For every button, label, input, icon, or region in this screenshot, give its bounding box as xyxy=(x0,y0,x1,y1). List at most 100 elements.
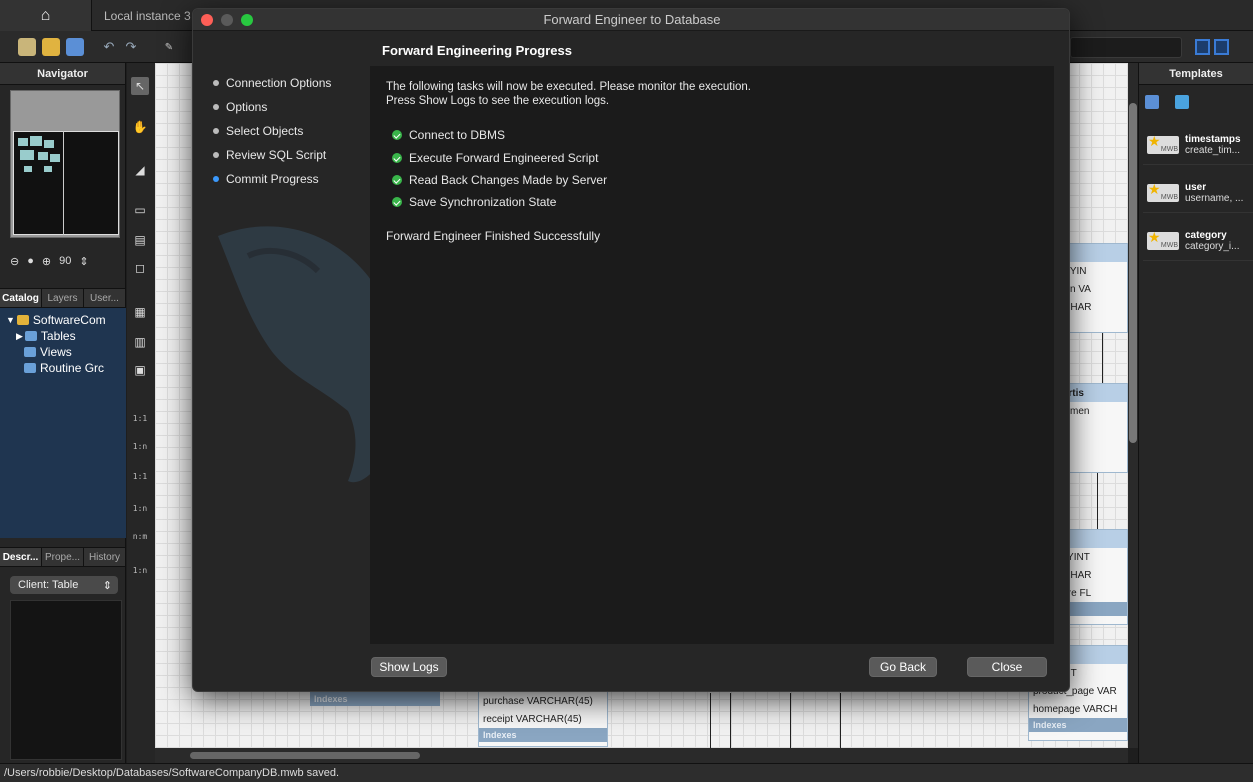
entity-fragment-left[interactable]: Indexes xyxy=(310,688,440,716)
template-folder-icon[interactable] xyxy=(1175,95,1189,109)
relationship-line[interactable] xyxy=(710,693,711,748)
step-bullet xyxy=(213,80,219,86)
tree-label: Views xyxy=(40,345,72,359)
relationship-1-1-icon[interactable]: 1:1 xyxy=(131,409,149,427)
tab-description[interactable]: Descr... xyxy=(0,548,42,566)
navigator-viewport[interactable] xyxy=(13,131,119,235)
relationship-line[interactable] xyxy=(1097,473,1098,529)
navigator-minimap[interactable] xyxy=(10,90,120,238)
vertical-scrollbar[interactable] xyxy=(1128,63,1138,748)
template-item-user[interactable]: ★ MWB user username, ... xyxy=(1143,173,1253,213)
client-table-select[interactable]: Client: Table ⇕ xyxy=(10,576,118,594)
tree-item-routines[interactable]: Routine Grc xyxy=(0,360,126,376)
window-minimize-icon[interactable] xyxy=(221,14,233,26)
new-model-icon[interactable] xyxy=(18,38,36,56)
tool-label: 1:n xyxy=(132,565,148,575)
hand-icon[interactable]: ✋ xyxy=(131,118,149,136)
new-routine-group-icon[interactable]: ▣ xyxy=(131,361,149,379)
window-close-icon[interactable] xyxy=(201,14,213,26)
search-input[interactable] xyxy=(1070,37,1182,58)
star-icon: ★ xyxy=(1148,132,1161,149)
window-zoom-icon[interactable] xyxy=(241,14,253,26)
zoom-in-icon[interactable]: ⊕ xyxy=(42,255,51,268)
routine-groups-icon xyxy=(24,363,36,373)
select-pointer-icon[interactable]: ↖ xyxy=(131,77,149,95)
mwb-template-icon: ★ MWB xyxy=(1147,182,1179,202)
open-model-icon[interactable] xyxy=(42,38,60,56)
tab-user-types[interactable]: User... xyxy=(84,289,126,307)
relationship-1-n-icon[interactable]: 1:n xyxy=(131,437,149,455)
step-select-objects: Select Objects xyxy=(213,123,303,139)
relationship-line[interactable] xyxy=(840,693,841,748)
navigator-divider xyxy=(63,131,64,235)
horizontal-scrollbar[interactable] xyxy=(155,748,1128,763)
entity-column: receipt VARCHAR(45) xyxy=(483,713,582,725)
tree-item-tables[interactable]: ▶ Tables xyxy=(0,328,126,344)
relationship-1-n-nonid-icon[interactable]: 1:n xyxy=(131,499,149,517)
dialog-title: Forward Engineer to Database xyxy=(543,12,721,27)
disclosure-closed-icon[interactable]: ▶ xyxy=(16,331,23,342)
tab-catalog[interactable]: Catalog xyxy=(0,289,42,307)
toggle-sidebar-icon[interactable] xyxy=(1195,39,1210,55)
eraser-icon[interactable]: ◢ xyxy=(131,161,149,179)
entity-purchase[interactable]: purchase VARCHAR(45) receipt VARCHAR(45)… xyxy=(478,691,608,747)
description-textarea[interactable] xyxy=(10,600,122,760)
check-circle-icon xyxy=(392,130,402,140)
vertical-scroll-thumb[interactable] xyxy=(1129,103,1137,443)
dialog-titlebar[interactable]: Forward Engineer to Database xyxy=(193,9,1069,31)
tree-label: SoftwareCom xyxy=(32,313,106,327)
select-stepper-icon: ⇕ xyxy=(102,579,112,592)
task-label: Connect to DBMS xyxy=(409,128,506,142)
redo-icon[interactable]: ↷ xyxy=(122,38,140,56)
show-logs-button[interactable]: Show Logs xyxy=(371,657,447,677)
template-item-timestamps[interactable]: ★ MWB timestamps create_tim... xyxy=(1143,125,1253,165)
new-table-icon[interactable]: ▦ xyxy=(131,303,149,321)
new-view-icon[interactable]: ▥ xyxy=(131,333,149,351)
zoom-out-icon[interactable]: ⊖ xyxy=(10,255,19,268)
save-model-icon[interactable] xyxy=(66,38,84,56)
zoom-stepper-icon[interactable]: ⇕ xyxy=(79,255,88,268)
disclosure-open-icon[interactable]: ▼ xyxy=(6,315,15,325)
toggle-grid-icon[interactable]: ✎ xyxy=(160,38,178,56)
catalog-tabs: Catalog Layers User... xyxy=(0,288,126,308)
zoom-slider-dot[interactable]: ● xyxy=(27,255,34,267)
tree-item-schema[interactable]: ▼ SoftwareCom xyxy=(0,312,126,328)
entity-indexes[interactable]: Indexes xyxy=(1029,718,1127,732)
layer-icon[interactable]: ▭ xyxy=(131,201,149,219)
database-icon xyxy=(16,315,29,325)
home-tab[interactable]: ⌂ xyxy=(0,0,92,31)
tool-palette: ↖ ✋ ◢ ▭ ▤ ◻ ▦ ▥ ▣ 1:1 1:n 1:1 1:n n:m 1:… xyxy=(127,63,155,763)
tool-label: 1:1 xyxy=(132,413,148,423)
close-button[interactable]: Close xyxy=(967,657,1047,677)
relationship-line[interactable] xyxy=(730,693,731,748)
go-back-button[interactable]: Go Back xyxy=(869,657,937,677)
undo-icon[interactable]: ↶ xyxy=(100,38,118,56)
template-name: timestamps xyxy=(1185,133,1241,145)
relationship-1-1-nonid-icon[interactable]: 1:1 xyxy=(131,467,149,485)
image-icon[interactable]: ◻ xyxy=(131,259,149,277)
select-value: Client: Table xyxy=(18,579,79,591)
tab-history[interactable]: History xyxy=(84,548,126,566)
relationship-n-m-icon[interactable]: n:m xyxy=(131,527,149,545)
intro-text-line1: The following tasks will now be executed… xyxy=(386,81,752,93)
add-template-icon[interactable] xyxy=(1145,95,1159,109)
tree-label: Tables xyxy=(40,329,76,343)
tab-properties[interactable]: Prope... xyxy=(42,548,84,566)
entity-indexes[interactable]: Indexes xyxy=(310,692,440,706)
template-item-category[interactable]: ★ MWB category category_i... xyxy=(1143,221,1253,261)
relationship-line[interactable] xyxy=(1102,333,1103,383)
tab-layers[interactable]: Layers xyxy=(42,289,84,307)
relationship-line[interactable] xyxy=(790,693,791,748)
check-circle-icon xyxy=(392,153,402,163)
note-icon[interactable]: ▤ xyxy=(131,231,149,249)
tree-item-views[interactable]: Views xyxy=(0,344,126,360)
step-bullet xyxy=(213,104,219,110)
toggle-secondary-sidebar-icon[interactable] xyxy=(1214,39,1229,55)
relationship-existing-icon[interactable]: 1:n xyxy=(131,561,149,579)
tool-label: n:m xyxy=(132,531,148,541)
entity-indexes[interactable]: Indexes xyxy=(479,728,607,742)
templates-header: Templates xyxy=(1139,63,1253,85)
zoom-value[interactable]: 90 xyxy=(59,255,71,267)
task-connect-dbms: Connect to DBMS xyxy=(392,127,505,143)
horizontal-scroll-thumb[interactable] xyxy=(190,752,420,759)
